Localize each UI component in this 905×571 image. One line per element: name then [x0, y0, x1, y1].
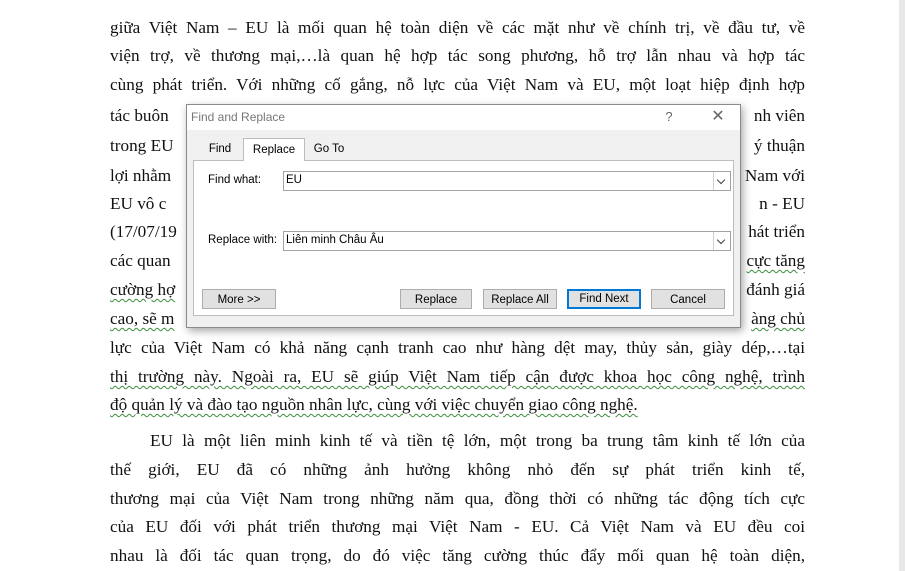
find-what-label: Find what: [208, 174, 262, 186]
find-what-input[interactable]: EU [286, 174, 302, 186]
doc-line-fragment: đánh giá [746, 280, 805, 299]
replace-with-combo[interactable]: Liên minh Châu Âu [283, 231, 731, 251]
tab-goto[interactable]: Go To [304, 140, 354, 158]
dialog-titlebar[interactable]: Find and Replace ? ✕ [187, 105, 740, 130]
replace-with-input[interactable]: Liên minh Châu Âu [286, 234, 384, 246]
more-button[interactable]: More >> [202, 289, 276, 309]
tab-find[interactable]: Find [200, 140, 240, 158]
replace-all-button[interactable]: Replace All [483, 289, 557, 309]
doc-line-fragment: hát triển [748, 222, 805, 241]
cancel-button[interactable]: Cancel [651, 289, 725, 309]
doc-line: giữa Việt Nam – EU là mối quan hệ toàn d… [110, 18, 805, 37]
doc-line-fragment: nh viên [753, 106, 805, 125]
doc-line-fragment: n - EU [759, 194, 805, 213]
doc-line-fragment: cực tăng [746, 251, 805, 270]
doc-line: nhau là đối tác quan trọng, do đó việc t… [110, 546, 805, 565]
find-what-combo[interactable]: EU [283, 171, 731, 191]
window-edge [899, 0, 905, 571]
doc-line-fragment: Nam với [744, 166, 805, 185]
tab-find-label: Find [208, 143, 232, 155]
doc-line: EU là một liên minh kinh tế và tiền tệ l… [150, 431, 805, 450]
doc-line: thị trường này. Ngoài ra, EU sẽ giúp Việ… [110, 367, 805, 386]
replace-with-label: Replace with: [208, 234, 278, 246]
find-replace-dialog: Find and Replace ? ✕ Find Replace Go To … [186, 104, 741, 328]
dialog-title: Find and Replace [191, 110, 286, 124]
doc-line: viện trợ, về thương mại,…là quan hệ hợp … [110, 46, 805, 65]
doc-line: của EU đối với phát triển thương mại Việ… [110, 517, 805, 536]
doc-line: thương mại của Việt Nam trong những năm … [110, 489, 805, 508]
doc-line: lực của Việt Nam có khả năng cạnh tranh … [110, 338, 805, 357]
replace-button[interactable]: Replace [400, 289, 472, 309]
doc-line-fragment: àng chủ [751, 309, 805, 328]
doc-line-fragment: ý thuận [753, 136, 805, 155]
tab-replace[interactable]: Replace [243, 138, 305, 161]
doc-line: độ quản lý và đào tạo nguồn nhân lực, cù… [110, 395, 638, 414]
chevron-down-icon[interactable] [713, 172, 730, 190]
tab-replace-label: Replace [252, 144, 296, 156]
doc-line: thế giới, EU đã có những ảnh hưởng không… [110, 460, 805, 479]
find-next-button[interactable]: Find Next [567, 289, 641, 309]
doc-line: cùng phát triển. Với những cố gắng, nỗ l… [110, 75, 805, 94]
chevron-down-icon[interactable] [713, 232, 730, 250]
help-icon[interactable]: ? [655, 106, 683, 128]
close-icon[interactable]: ✕ [701, 106, 735, 128]
tab-goto-label: Go To [313, 143, 345, 155]
